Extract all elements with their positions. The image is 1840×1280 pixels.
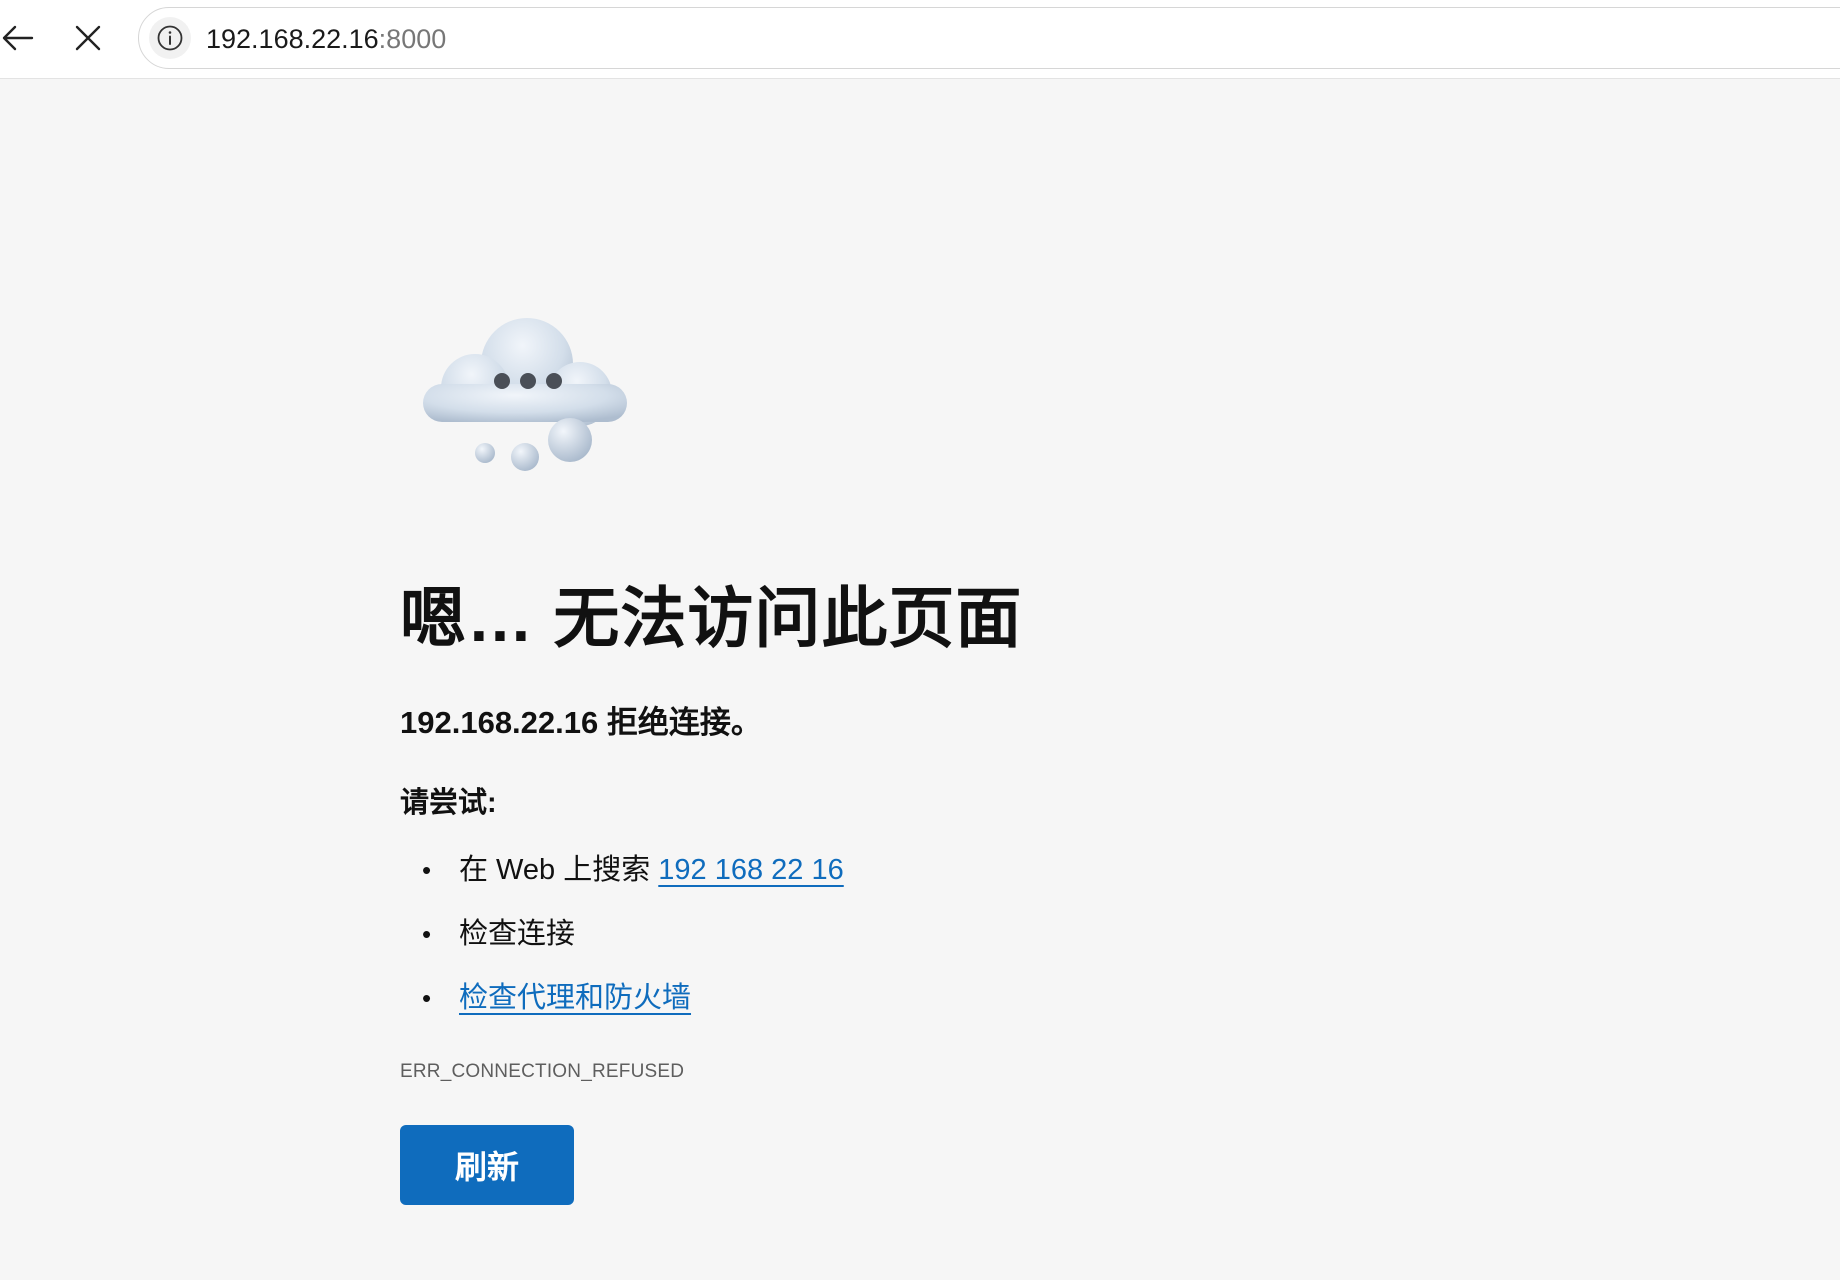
suggestion-text: 检查连接 bbox=[459, 918, 576, 950]
site-info-button[interactable] bbox=[149, 17, 191, 59]
search-web-link[interactable]: 192 168 22 16 bbox=[658, 854, 843, 886]
suggestion-search-web: 在 Web 上搜索 192 168 22 16 bbox=[400, 850, 844, 914]
refresh-button[interactable]: 刷新 bbox=[400, 1125, 574, 1205]
cloud-illustration bbox=[423, 318, 627, 471]
stop-button[interactable] bbox=[64, 14, 112, 62]
info-circle-icon bbox=[157, 25, 183, 51]
check-proxy-firewall-link[interactable]: 检查代理和防火墙 bbox=[459, 982, 691, 1014]
error-summary: 192.168.22.16 拒绝连接。 bbox=[400, 705, 762, 740]
url-port: :8000 bbox=[378, 24, 447, 54]
suggestion-text: 在 Web 上搜索 bbox=[459, 854, 659, 886]
dot-icon bbox=[494, 373, 510, 389]
try-heading: 请尝试: bbox=[400, 787, 497, 819]
dot-icon bbox=[546, 373, 562, 389]
url-text[interactable]: 192.168.22.16:8000 bbox=[206, 24, 446, 54]
address-bar[interactable]: 192.168.22.16:8000 bbox=[138, 7, 1840, 69]
url-host: 192.168.22.16 bbox=[206, 24, 379, 54]
error-code: ERR_CONNECTION_REFUSED bbox=[400, 1061, 685, 1082]
page-title: 嗯… 无法访问此页面 bbox=[400, 581, 1023, 655]
browser-toolbar: 192.168.22.16:8000 bbox=[0, 0, 1840, 79]
dot-icon bbox=[520, 373, 536, 389]
suggestion-check-proxy: 检查代理和防火墙 bbox=[400, 978, 844, 1042]
suggestion-list: 在 Web 上搜索 192 168 22 16 检查连接 检查代理和防火墙 bbox=[400, 850, 844, 1042]
close-icon bbox=[75, 25, 101, 51]
arrow-left-icon bbox=[2, 25, 34, 51]
back-button[interactable] bbox=[0, 14, 42, 62]
suggestion-check-connection: 检查连接 bbox=[400, 914, 844, 978]
